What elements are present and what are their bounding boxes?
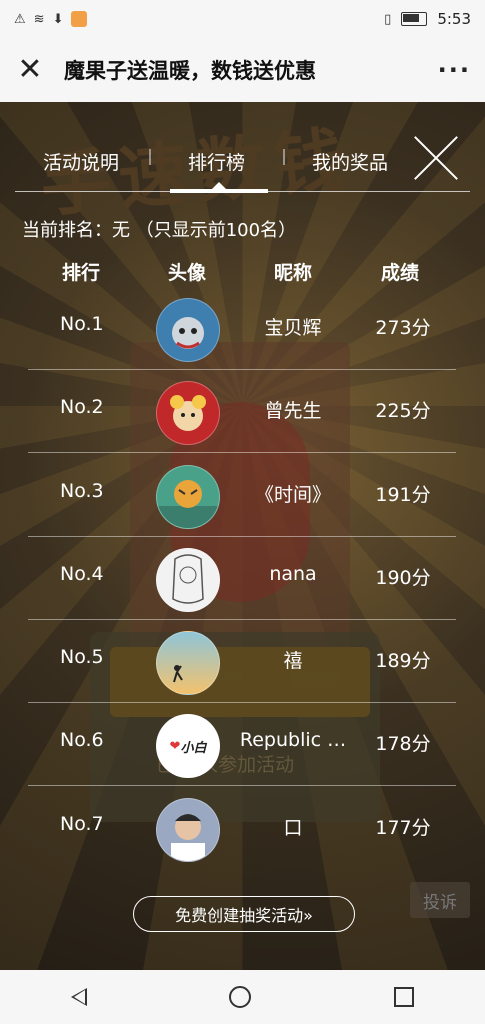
tiger-avatar-icon [157, 480, 219, 528]
portrait-avatar-icon [171, 814, 205, 861]
current-rank-text: 当前排名：无 （只显示前100名） [22, 220, 297, 241]
table-row: No.4 nana 190分 [28, 537, 456, 620]
rank-cell: No.5 [60, 646, 104, 668]
close-icon[interactable]: ✕ [14, 55, 46, 85]
page-title: 魔果子送温暖，数钱送优惠 [64, 59, 316, 83]
table-row: No.1 宝贝辉 273分 [28, 287, 456, 370]
table-row: No.2 曾先生 225分 [28, 370, 456, 453]
score-cell: 178分 [375, 733, 431, 755]
rank-cell: No.2 [60, 396, 104, 418]
cat-avatar-icon [172, 317, 204, 349]
download-icon: ⬇ [52, 11, 64, 27]
nickname-cell: 曾先生 [264, 400, 322, 422]
score-cell: 191分 [375, 484, 431, 506]
recent-apps-icon[interactable] [393, 987, 414, 1007]
title-bar: ✕ 魔果子送温暖，数钱送优惠 ··· [0, 38, 485, 102]
avatar [156, 298, 220, 362]
complain-button[interactable]: 投诉 [410, 882, 470, 918]
score-cell: 189分 [375, 650, 431, 672]
row-divider [28, 785, 456, 786]
avatar [156, 381, 220, 445]
clock: 5:53 [437, 10, 471, 28]
rank-cell: No.3 [60, 480, 104, 502]
status-bar: ⚠ ≋ ⬇ ▯ 5:53 [0, 0, 485, 38]
rank-cell: No.4 [60, 563, 104, 585]
leaderboard-panel: 手速数钱 已 3 人参加活动 活动说明 排行榜 我的奖品 当前排名：无 （只显示… [0, 102, 485, 970]
avatar-text: 小白 [180, 740, 207, 756]
avatar [156, 465, 220, 529]
avatar: ❤ 小白 [156, 714, 220, 778]
score-cell: 273分 [375, 317, 431, 339]
score-cell: 177分 [375, 817, 431, 839]
nickname-cell: 口 [283, 817, 303, 839]
row-divider [28, 452, 456, 453]
alert-icon: ⚠ [14, 11, 26, 27]
vibrate-icon: ▯ [384, 11, 392, 27]
back-icon[interactable] [71, 988, 88, 1006]
home-icon[interactable] [229, 986, 252, 1008]
header-avatar: 头像 [168, 262, 207, 284]
battery-icon [401, 12, 428, 26]
runner-avatar-icon [173, 665, 183, 683]
more-menu-button[interactable]: ··· [438, 56, 471, 84]
tab-my-prizes[interactable]: 我的奖品 [312, 148, 388, 175]
rank-cell: No.1 [60, 313, 104, 335]
score-cell: 225分 [375, 400, 431, 422]
table-row: No.5 禧 189分 [28, 620, 456, 703]
heart-icon: ❤ [169, 738, 181, 754]
tab-rules[interactable]: 活动说明 [43, 148, 119, 175]
system-nav-bar [0, 970, 485, 1024]
avatar [156, 548, 220, 612]
nickname-cell: 《时间》 [254, 484, 331, 506]
table-row: No.6 ❤ 小白 Republic … 178分 [28, 703, 456, 786]
bear-avatar-icon [170, 395, 206, 431]
avatar [156, 631, 220, 695]
sketch-girl-avatar-icon [172, 554, 204, 604]
table-row: No.3 《时间》 191分 [28, 454, 456, 537]
score-cell: 190分 [375, 567, 431, 589]
header-nickname: 昵称 [274, 262, 313, 284]
tab-leaderboard[interactable]: 排行榜 [188, 148, 245, 175]
header-rank: 排行 [62, 262, 101, 284]
tab-bar-divider [15, 191, 470, 192]
wifi-icon: ≋ [33, 11, 45, 27]
nickname-cell: nana [269, 563, 317, 585]
close-panel-icon[interactable] [410, 132, 462, 184]
rank-cell: No.7 [60, 813, 104, 835]
nickname-cell: Republic … [239, 729, 347, 751]
rank-cell: No.6 [60, 729, 104, 751]
create-lottery-button[interactable]: 免费创建抽奖活动» [133, 896, 355, 932]
nickname-cell: 禧 [283, 650, 303, 672]
app-notification-icon [71, 11, 88, 27]
tab-divider [149, 149, 151, 165]
avatar [156, 798, 220, 862]
table-row: No.7 口 177分 [28, 787, 456, 870]
nickname-cell: 宝贝辉 [264, 317, 322, 339]
header-score: 成绩 [381, 262, 420, 284]
tab-divider [283, 149, 285, 165]
